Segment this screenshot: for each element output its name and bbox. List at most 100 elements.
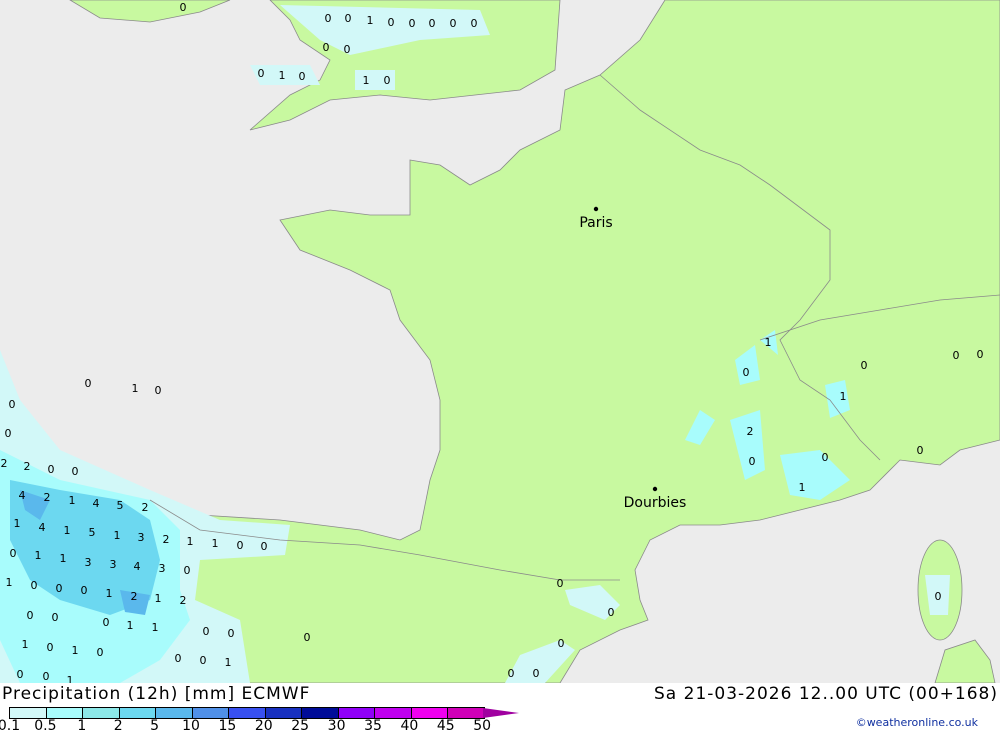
precip-value-label: 0 (384, 74, 391, 87)
color-scale-tick: 35 (364, 718, 382, 734)
precip-value-label: 0 (608, 606, 615, 619)
precip-value-label: 3 (85, 556, 92, 569)
precip-value-label: 2 (180, 594, 187, 607)
precip-value-label: 0 (203, 625, 210, 638)
precip-value-label: 1 (67, 674, 74, 683)
precip-value-label: 0 (304, 631, 311, 644)
precip-value-label: 1 (279, 69, 286, 82)
precip-value-label: 0 (184, 564, 191, 577)
precip-value-label: 1 (799, 481, 806, 494)
precip-value-label: 2 (163, 533, 170, 546)
precip-value-label: 1 (212, 537, 219, 550)
precip-value-label: 0 (43, 670, 50, 683)
precip-value-label: 4 (93, 497, 100, 510)
precip-value-label: 0 (533, 667, 540, 680)
precip-value-label: 0 (72, 465, 79, 478)
precip-value-label: 0 (31, 579, 38, 592)
color-scale-swatch (119, 708, 156, 718)
precip-value-label: 0 (323, 41, 330, 54)
precip-value-label: 4 (39, 521, 46, 534)
precip-value-label: 1 (155, 592, 162, 605)
precip-value-label: 0 (103, 616, 110, 629)
precip-value-label: 0 (81, 584, 88, 597)
precip-value-label: 2 (24, 460, 31, 473)
color-scale-swatch (302, 708, 339, 718)
color-scale-tip (483, 708, 519, 718)
precip-value-label: 1 (367, 14, 374, 27)
precip-value-label: 0 (953, 349, 960, 362)
color-scale-swatch (375, 708, 412, 718)
valid-time: Sa 21-03-2026 12..00 UTC (00+168) (654, 684, 998, 704)
precip-value-label: 2 (142, 501, 149, 514)
precip-value-label: 0 (48, 463, 55, 476)
precip-value-label: 5 (89, 526, 96, 539)
precip-value-label: 0 (17, 668, 24, 681)
precip-value-label: 1 (840, 390, 847, 403)
color-scale-tick: 5 (150, 718, 160, 734)
precip-value-label: 3 (138, 531, 145, 544)
city-marker-icon (652, 486, 658, 492)
precip-value-label: 1 (114, 529, 121, 542)
precip-value-label: 0 (27, 609, 34, 622)
color-scale-tick: 25 (291, 718, 310, 734)
precip-value-label: 0 (97, 646, 104, 659)
precip-value-label: 1 (225, 656, 232, 669)
precip-value-label: 0 (52, 611, 59, 624)
precip-value-label: 0 (85, 377, 92, 390)
precip-value-label: 1 (765, 336, 772, 349)
color-scale-tick: 0.5 (34, 718, 57, 734)
precip-value-label: 0 (388, 16, 395, 29)
color-scale-tick: 1 (77, 718, 87, 734)
map-title: Precipitation (12h) [mm] ECMWF (2, 684, 311, 704)
color-scale-swatch (448, 708, 484, 718)
precip-value-label: 0 (557, 577, 564, 590)
precip-value-label: 1 (106, 587, 113, 600)
precip-value-label: 1 (6, 576, 13, 589)
precip-value-label: 2 (131, 590, 138, 603)
precip-value-label: 0 (9, 398, 16, 411)
color-scale-tick: 30 (327, 718, 346, 734)
precip-value-label: 1 (64, 524, 71, 537)
precip-value-label: 0 (10, 547, 17, 560)
precip-value-label: 0 (450, 17, 457, 30)
precip-value-label: 0 (749, 455, 756, 468)
precip-value-label: 1 (363, 74, 370, 87)
precip-value-label: 0 (743, 366, 750, 379)
precip-value-label: 0 (429, 17, 436, 30)
color-scale-tick: 0.1 (0, 718, 21, 734)
precip-value-label: 0 (822, 451, 829, 464)
precip-value-label: 0 (977, 348, 984, 361)
precip-value-label: 0 (237, 539, 244, 552)
precip-value-label: 2 (1, 457, 8, 470)
precip-value-label: 0 (180, 1, 187, 14)
precip-value-label: 2 (747, 425, 754, 438)
footer: Precipitation (12h) [mm] ECMWF Sa 21-03-… (0, 683, 1000, 734)
precip-value-label: 0 (175, 652, 182, 665)
city-label-paris: Paris (579, 215, 612, 231)
color-scale-swatch (411, 708, 448, 718)
precip-value-label: 3 (159, 562, 166, 575)
precip-value-label: 0 (344, 43, 351, 56)
precip-value-label: 1 (152, 621, 159, 634)
city-marker-icon (593, 206, 599, 212)
precip-value-label: 0 (508, 667, 515, 680)
precip-value-label: 0 (409, 17, 416, 30)
precip-value-label: 2 (44, 491, 51, 504)
precip-value-label: 0 (155, 384, 162, 397)
precip-value-label: 0 (5, 427, 12, 440)
precip-value-label: 0 (228, 627, 235, 640)
color-scale-swatch (156, 708, 193, 718)
color-scale-tick: 45 (436, 718, 455, 734)
precip-value-label: 1 (14, 517, 21, 530)
precip-value-label: 0 (47, 641, 54, 654)
precipitation-map: 00 0 1 0 0 0 0 00 00 1 0 1 00 1 0002 2 0 04 2 1 4 5 21 4 1 5 1 3 2 1 1… (0, 0, 1000, 683)
copyright-link[interactable]: ©weatheronline.co.uk (856, 716, 978, 729)
precip-value-label: 0 (917, 444, 924, 457)
precip-value-label: 1 (132, 382, 139, 395)
precip-value-label: 0 (471, 17, 478, 30)
color-scale-swatch (265, 708, 302, 718)
precip-value-label: 0 (325, 12, 332, 25)
precip-value-label: 1 (127, 619, 134, 632)
precip-value-label: 1 (60, 552, 67, 565)
precip-value-label: 0 (299, 70, 306, 83)
